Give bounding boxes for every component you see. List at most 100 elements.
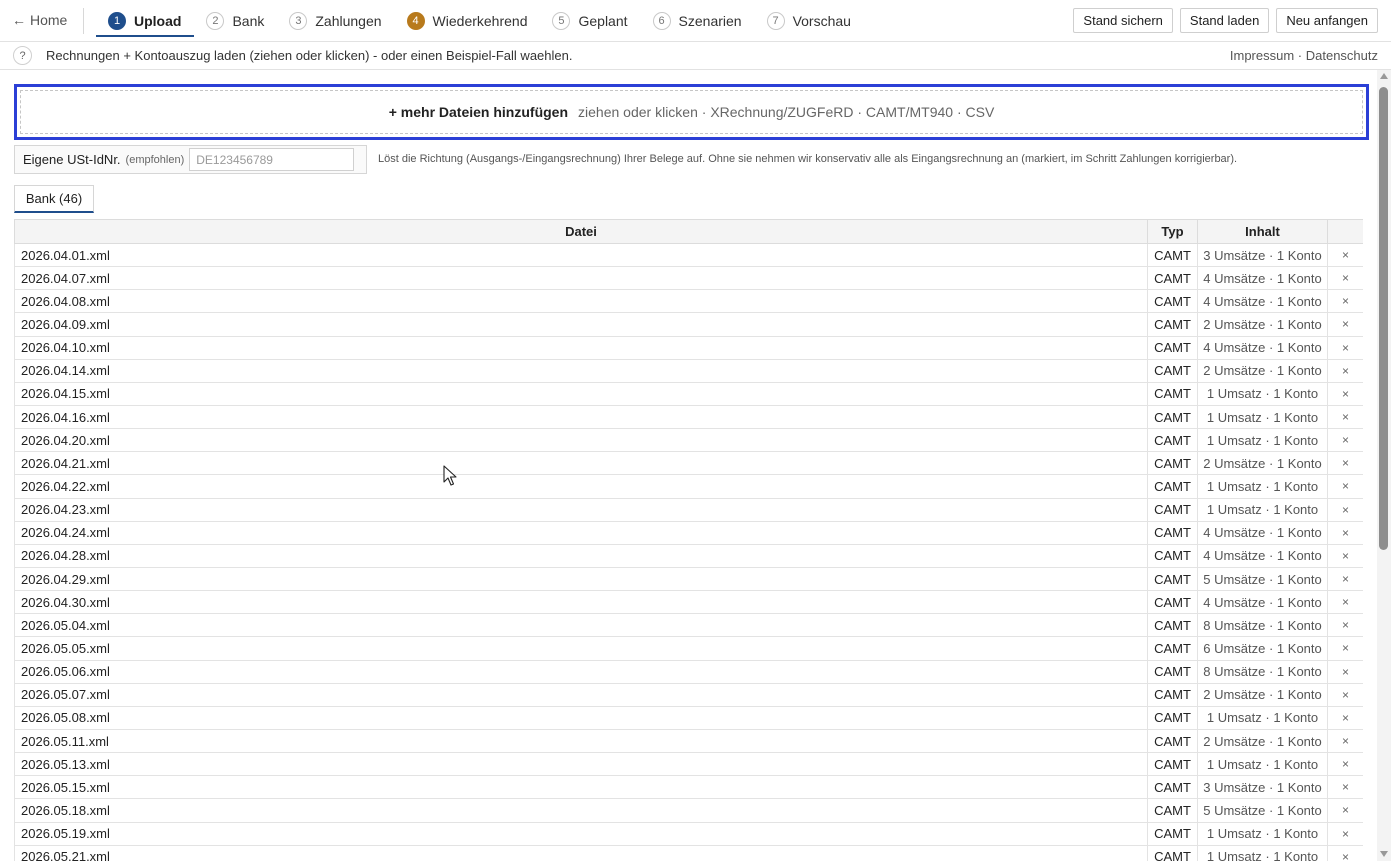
file-content-cell: 4 Umsätze · 1 Konto: [1197, 590, 1328, 615]
restart-button[interactable]: Neu anfangen: [1276, 8, 1378, 33]
step-label: Bank: [232, 13, 265, 29]
table-row: 2026.05.18.xml CAMT 5 Umsätze · 1 Konto ×: [14, 798, 1363, 823]
remove-file-button[interactable]: ×: [1327, 798, 1363, 823]
remove-file-button[interactable]: ×: [1327, 497, 1363, 522]
step-upload[interactable]: 1 Upload: [96, 0, 195, 42]
remove-file-button[interactable]: ×: [1327, 821, 1363, 846]
step-geplant[interactable]: 5 Geplant: [540, 0, 640, 42]
file-name-cell: 2026.05.04.xml: [14, 613, 1148, 638]
table-row: 2026.04.09.xml CAMT 2 Umsätze · 1 Konto ×: [14, 312, 1363, 337]
home-label: Home: [30, 12, 68, 28]
step-vorschau[interactable]: 7 Vorschau: [755, 0, 864, 42]
remove-file-button[interactable]: ×: [1327, 312, 1363, 337]
remove-file-button[interactable]: ×: [1327, 451, 1363, 476]
help-icon[interactable]: ?: [13, 46, 32, 65]
step-zahlungen[interactable]: 3 Zahlungen: [277, 0, 394, 42]
table-row: 2026.05.07.xml CAMT 2 Umsätze · 1 Konto ×: [14, 682, 1363, 707]
table-row: 2026.05.21.xml CAMT 1 Umsatz · 1 Konto ×: [14, 844, 1363, 861]
step-wiederkehrend[interactable]: 4 Wiederkehrend: [395, 0, 541, 42]
remove-file-button[interactable]: ×: [1327, 543, 1363, 568]
scroll-up-arrow-icon[interactable]: [1380, 73, 1388, 79]
file-type-cell: CAMT: [1147, 590, 1198, 615]
remove-file-button[interactable]: ×: [1327, 659, 1363, 684]
file-type-cell: CAMT: [1147, 404, 1198, 430]
vat-id-input[interactable]: [189, 148, 355, 171]
remove-file-button[interactable]: ×: [1327, 636, 1363, 661]
remove-file-button[interactable]: ×: [1327, 289, 1363, 314]
file-name-cell: 2026.04.21.xml: [14, 451, 1148, 476]
file-type-cell: CAMT: [1147, 520, 1198, 545]
file-type-cell: CAMT: [1147, 497, 1198, 522]
remove-file-button[interactable]: ×: [1327, 590, 1363, 615]
remove-file-button[interactable]: ×: [1327, 520, 1363, 545]
file-name-cell: 2026.04.07.xml: [14, 266, 1148, 291]
remove-file-button[interactable]: ×: [1327, 682, 1363, 707]
table-row: 2026.05.19.xml CAMT 1 Umsatz · 1 Konto ×: [14, 821, 1363, 846]
scroll-down-arrow-icon[interactable]: [1380, 851, 1388, 857]
file-type-cell: CAMT: [1147, 358, 1198, 383]
file-type-cell: CAMT: [1147, 752, 1198, 777]
impressum-link[interactable]: Impressum: [1230, 48, 1294, 63]
step-bank[interactable]: 2 Bank: [194, 0, 277, 42]
remove-file-button[interactable]: ×: [1327, 266, 1363, 291]
remove-file-button[interactable]: ×: [1327, 428, 1363, 453]
back-arrow-icon: ←: [12, 12, 26, 28]
table-row: 2026.05.08.xml CAMT 1 Umsatz · 1 Konto ×: [14, 705, 1363, 730]
step-label: Wiederkehrend: [432, 13, 528, 29]
table-row: 2026.04.28.xml CAMT 4 Umsätze · 1 Konto ×: [14, 543, 1363, 568]
column-header-file: Datei: [14, 219, 1148, 244]
file-content-cell: 4 Umsätze · 1 Konto: [1197, 520, 1328, 545]
tab-bank[interactable]: Bank (46): [14, 185, 94, 213]
file-content-cell: 2 Umsätze · 1 Konto: [1197, 728, 1328, 754]
table-row: 2026.04.22.xml CAMT 1 Umsatz · 1 Konto ×: [14, 474, 1363, 499]
remove-file-button[interactable]: ×: [1327, 566, 1363, 592]
file-content-cell: 1 Umsatz · 1 Konto: [1197, 752, 1328, 777]
file-type-cell: CAMT: [1147, 566, 1198, 592]
step-label: Upload: [134, 13, 182, 29]
datenschutz-link[interactable]: Datenschutz: [1306, 48, 1378, 63]
nav-divider: [83, 8, 84, 34]
remove-file-button[interactable]: ×: [1327, 705, 1363, 730]
top-nav-bar: ← Home 1 Upload 2 Bank 3 Zahlungen 4 Wiederkehre…: [0, 0, 1391, 42]
table-row: 2026.05.15.xml CAMT 3 Umsätze · 1 Konto ×: [14, 775, 1363, 800]
table-row: 2026.04.24.xml CAMT 4 Umsätze · 1 Konto ×: [14, 520, 1363, 545]
file-type-cell: CAMT: [1147, 844, 1198, 861]
remove-file-button[interactable]: ×: [1327, 752, 1363, 777]
file-name-cell: 2026.05.07.xml: [14, 682, 1148, 707]
hint-bar: ? Rechnungen + Kontoauszug laden (ziehen…: [0, 42, 1391, 70]
save-state-button[interactable]: Stand sichern: [1073, 8, 1173, 33]
file-content-cell: 1 Umsatz · 1 Konto: [1197, 404, 1328, 430]
remove-file-button[interactable]: ×: [1327, 242, 1363, 268]
file-type-cell: CAMT: [1147, 705, 1198, 730]
legal-links: Impressum · Datenschutz: [1230, 48, 1378, 63]
home-link[interactable]: ← Home: [12, 12, 67, 28]
file-type-cell: CAMT: [1147, 821, 1198, 846]
remove-file-button[interactable]: ×: [1327, 474, 1363, 499]
remove-file-button[interactable]: ×: [1327, 381, 1363, 406]
dropzone-inner: + mehr Dateien hinzufügen ziehen oder kl…: [20, 90, 1363, 134]
table-row: 2026.04.23.xml CAMT 1 Umsatz · 1 Konto ×: [14, 497, 1363, 522]
remove-file-button[interactable]: ×: [1327, 844, 1363, 861]
remove-file-button[interactable]: ×: [1327, 728, 1363, 754]
remove-file-button[interactable]: ×: [1327, 358, 1363, 383]
file-type-cell: CAMT: [1147, 289, 1198, 314]
file-dropzone[interactable]: + mehr Dateien hinzufügen ziehen oder kl…: [14, 84, 1369, 140]
table-row: 2026.05.04.xml CAMT 8 Umsätze · 1 Konto ×: [14, 613, 1363, 638]
remove-file-button[interactable]: ×: [1327, 775, 1363, 800]
table-row: 2026.04.01.xml CAMT 3 Umsätze · 1 Konto ×: [14, 242, 1363, 268]
file-content-cell: 3 Umsätze · 1 Konto: [1197, 775, 1328, 800]
scrollbar-thumb[interactable]: [1379, 87, 1388, 550]
file-name-cell: 2026.04.10.xml: [14, 335, 1148, 360]
table-row: 2026.05.13.xml CAMT 1 Umsatz · 1 Konto ×: [14, 752, 1363, 777]
remove-file-button[interactable]: ×: [1327, 335, 1363, 360]
wizard-steps: 1 Upload 2 Bank 3 Zahlungen 4 Wiederkehrend 5 Gep…: [96, 0, 864, 42]
column-header-content: Inhalt: [1197, 219, 1328, 244]
remove-file-button[interactable]: ×: [1327, 404, 1363, 430]
remove-file-button[interactable]: ×: [1327, 613, 1363, 638]
load-state-button[interactable]: Stand laden: [1179, 8, 1270, 33]
step-label: Zahlungen: [315, 13, 382, 29]
file-type-cell: CAMT: [1147, 775, 1198, 800]
page-scrollbar[interactable]: [1377, 70, 1391, 861]
step-szenarien[interactable]: 6 Szenarien: [641, 0, 755, 42]
table-row: 2026.04.20.xml CAMT 1 Umsatz · 1 Konto ×: [14, 428, 1363, 453]
